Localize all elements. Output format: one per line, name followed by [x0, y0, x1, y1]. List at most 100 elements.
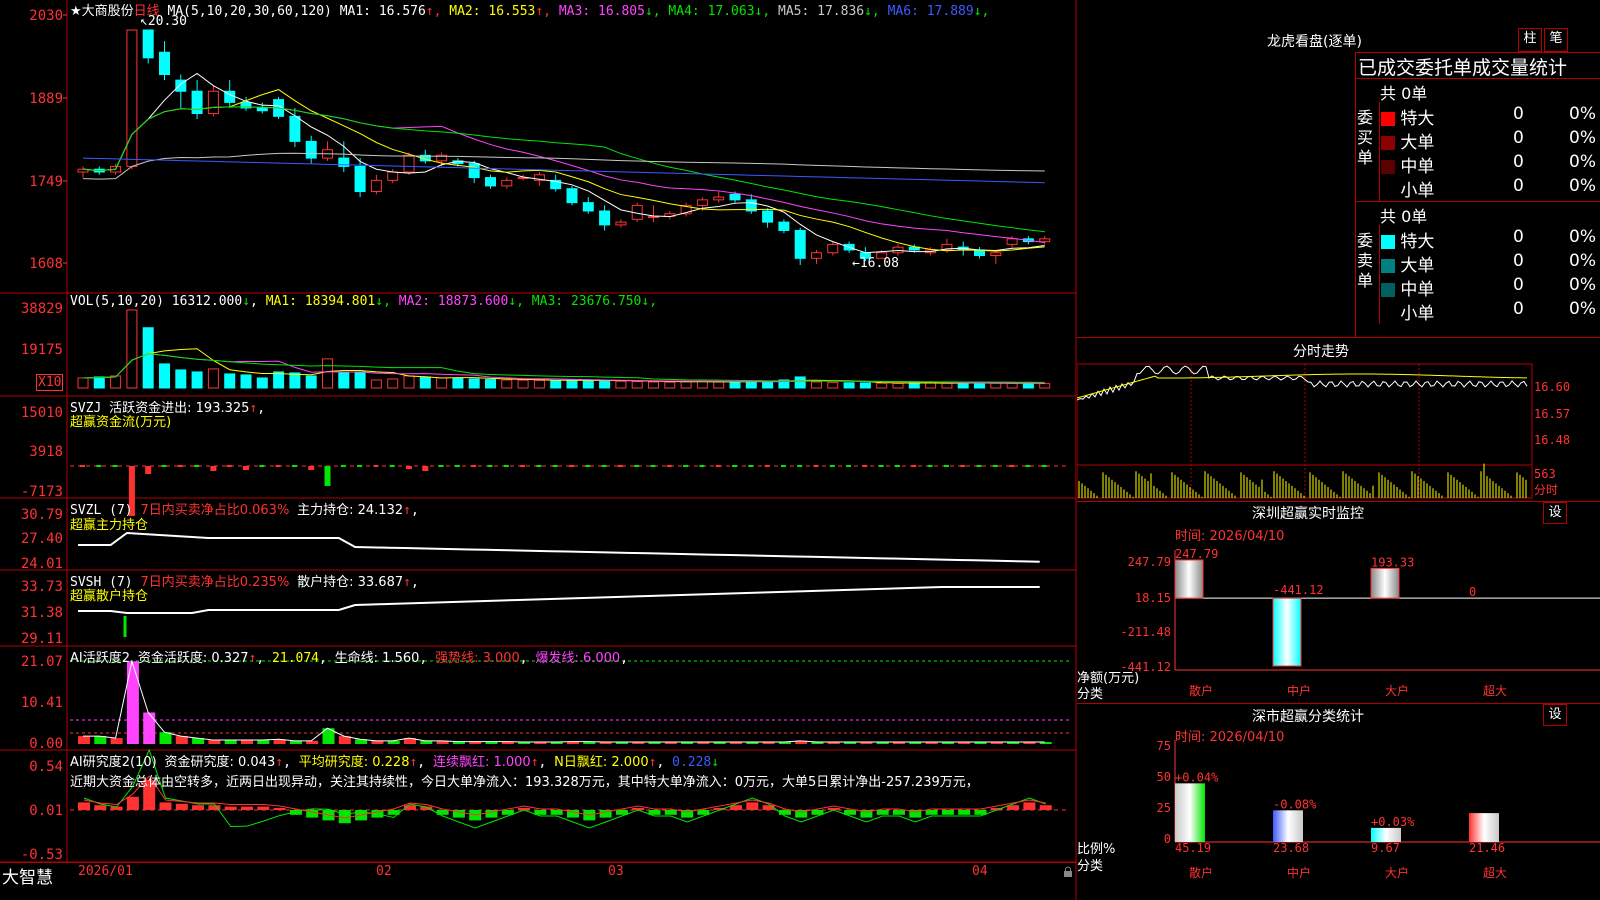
- xaxis-label-apr: 04: [972, 864, 988, 879]
- volume-bar: [876, 382, 888, 389]
- ma5-value: MA5: 17.836: [770, 4, 865, 19]
- flow-bar: [976, 465, 982, 467]
- research-bar: [1039, 805, 1052, 810]
- monitor-ytick: 247.79: [1128, 555, 1171, 569]
- volume-bar: [631, 381, 643, 389]
- flow-bar: [340, 465, 346, 467]
- research-bar: [1023, 802, 1036, 810]
- monitor-value: 0: [1469, 585, 1476, 599]
- flow-bar: [666, 465, 672, 467]
- stock-name[interactable]: ★大商股份: [70, 4, 134, 19]
- monitor-value: -441.12: [1273, 583, 1324, 597]
- volume-chart: [77, 309, 1051, 389]
- volume-bar: [729, 381, 741, 389]
- intraday-chart[interactable]: 16.60 16.57 16.48 563 分时: [1077, 362, 1600, 500]
- row-percent: 0%: [1569, 251, 1596, 271]
- svzj-subtitle: 超赢资金流(万元): [70, 415, 172, 430]
- flow-bar: [161, 465, 167, 467]
- research-bar: [175, 803, 188, 810]
- flow-bar: [536, 465, 542, 467]
- lock-icon[interactable]: [1062, 866, 1074, 878]
- row-label: 特大: [1400, 232, 1435, 252]
- classify-xlabel: 分类: [1077, 859, 1104, 874]
- activity-bar: [78, 736, 90, 744]
- research-bar: [941, 810, 954, 815]
- xaxis-label-feb: 02: [376, 864, 392, 879]
- monitor-chart[interactable]: 247.7918.15-211.48-441.12散户247.79中户-441.…: [1077, 540, 1600, 702]
- flow-bar: [846, 465, 852, 467]
- classify-chart[interactable]: 75 50 25 0 +0.04% 45.19 散户 -0.08% 23.68 中户 +0.03% 9…: [1077, 740, 1600, 900]
- tick-view-button[interactable]: 笔: [1544, 28, 1568, 52]
- svsh-subtitle: 超赢散户持仓: [70, 589, 149, 604]
- candle: [142, 29, 154, 59]
- row-label: 中单: [1400, 157, 1435, 177]
- avg-price-line: [1077, 373, 1528, 399]
- row-percent: 0%: [1569, 128, 1596, 148]
- flow-bar: [487, 465, 493, 467]
- volume-bar: [338, 372, 350, 389]
- candle: [159, 51, 170, 76]
- ma1-value: MA1: 16.576: [339, 4, 426, 19]
- vol-ma3-value: MA3: 23676.750: [523, 294, 642, 309]
- volume-bar: [1006, 382, 1018, 389]
- volume-bar: [680, 381, 692, 389]
- monitor-title: 深圳超赢实时监控: [1252, 506, 1364, 522]
- flow-bar: [80, 465, 85, 467]
- volume-bar: [925, 382, 937, 389]
- classify-xcat: 散户: [1189, 865, 1213, 880]
- classify-ytick: 50: [1157, 770, 1171, 784]
- retail-position-chart: [78, 586, 1040, 637]
- research-bar: [273, 808, 286, 810]
- vol-unit: X10: [36, 374, 64, 391]
- candle: [762, 210, 774, 223]
- flow-bar: [732, 465, 737, 467]
- ai1-ytick: 10.41: [21, 695, 63, 711]
- vol-ytick: 19175: [21, 342, 63, 358]
- row-count: 0: [1513, 227, 1524, 247]
- y-axis-labels: 2030 1889 1749 1608 38829 19175 15010 3918 -7173…: [21, 8, 67, 863]
- flow-bar: [389, 465, 395, 467]
- vol-legend: VOL(5,10,20) 16312.000↓, MA1: 18394.801↓…: [70, 294, 658, 309]
- volume-bar: [77, 377, 89, 389]
- volume-bar: [452, 377, 464, 389]
- classify-bar: [1273, 810, 1303, 842]
- flow-bar: [308, 466, 315, 470]
- xaxis-label-mar: 03: [608, 864, 624, 879]
- monitor-value: 247.79: [1175, 547, 1218, 561]
- candle: [892, 246, 904, 254]
- volume-bar: [533, 379, 545, 389]
- candle: [615, 221, 627, 226]
- monitor-settings-button[interactable]: 设: [1543, 502, 1567, 524]
- volume-bar: [436, 377, 448, 389]
- monitor-bar: [1272, 597, 1302, 667]
- volume-bar: [289, 372, 301, 389]
- flow-bar: [764, 465, 770, 467]
- volume-bar: [322, 358, 333, 389]
- flow-bar: [324, 466, 331, 486]
- activity-bar: [241, 740, 253, 744]
- flow-bar: [275, 465, 281, 467]
- candle: [811, 252, 822, 259]
- svzl-subtitle: 超赢主力持仓: [70, 518, 149, 533]
- row-label: 中单: [1400, 280, 1435, 300]
- intraday-ytick: 16.48: [1534, 433, 1570, 447]
- row-count: 0: [1513, 128, 1524, 148]
- color-swatch: [1381, 112, 1395, 126]
- flow-bar: [422, 466, 429, 471]
- bar-view-button[interactable]: 柱: [1518, 28, 1542, 52]
- classify-title: 深市超赢分类统计: [1252, 709, 1364, 725]
- candle: [468, 163, 480, 179]
- flow-bar: [226, 465, 232, 467]
- volume-bar: [191, 371, 203, 389]
- activity-bar: [126, 661, 139, 744]
- candle: [387, 171, 399, 181]
- research-bar: [925, 810, 938, 815]
- volume-bar: [550, 380, 562, 389]
- classify-settings-button[interactable]: 设: [1543, 704, 1567, 726]
- research-bar: [664, 810, 677, 815]
- research-bar: [241, 806, 253, 810]
- row-count: 0: [1513, 251, 1524, 271]
- row-count: 0: [1513, 152, 1524, 172]
- volume-bar: [1039, 383, 1051, 389]
- ai2-ytick: 0.54: [29, 759, 63, 775]
